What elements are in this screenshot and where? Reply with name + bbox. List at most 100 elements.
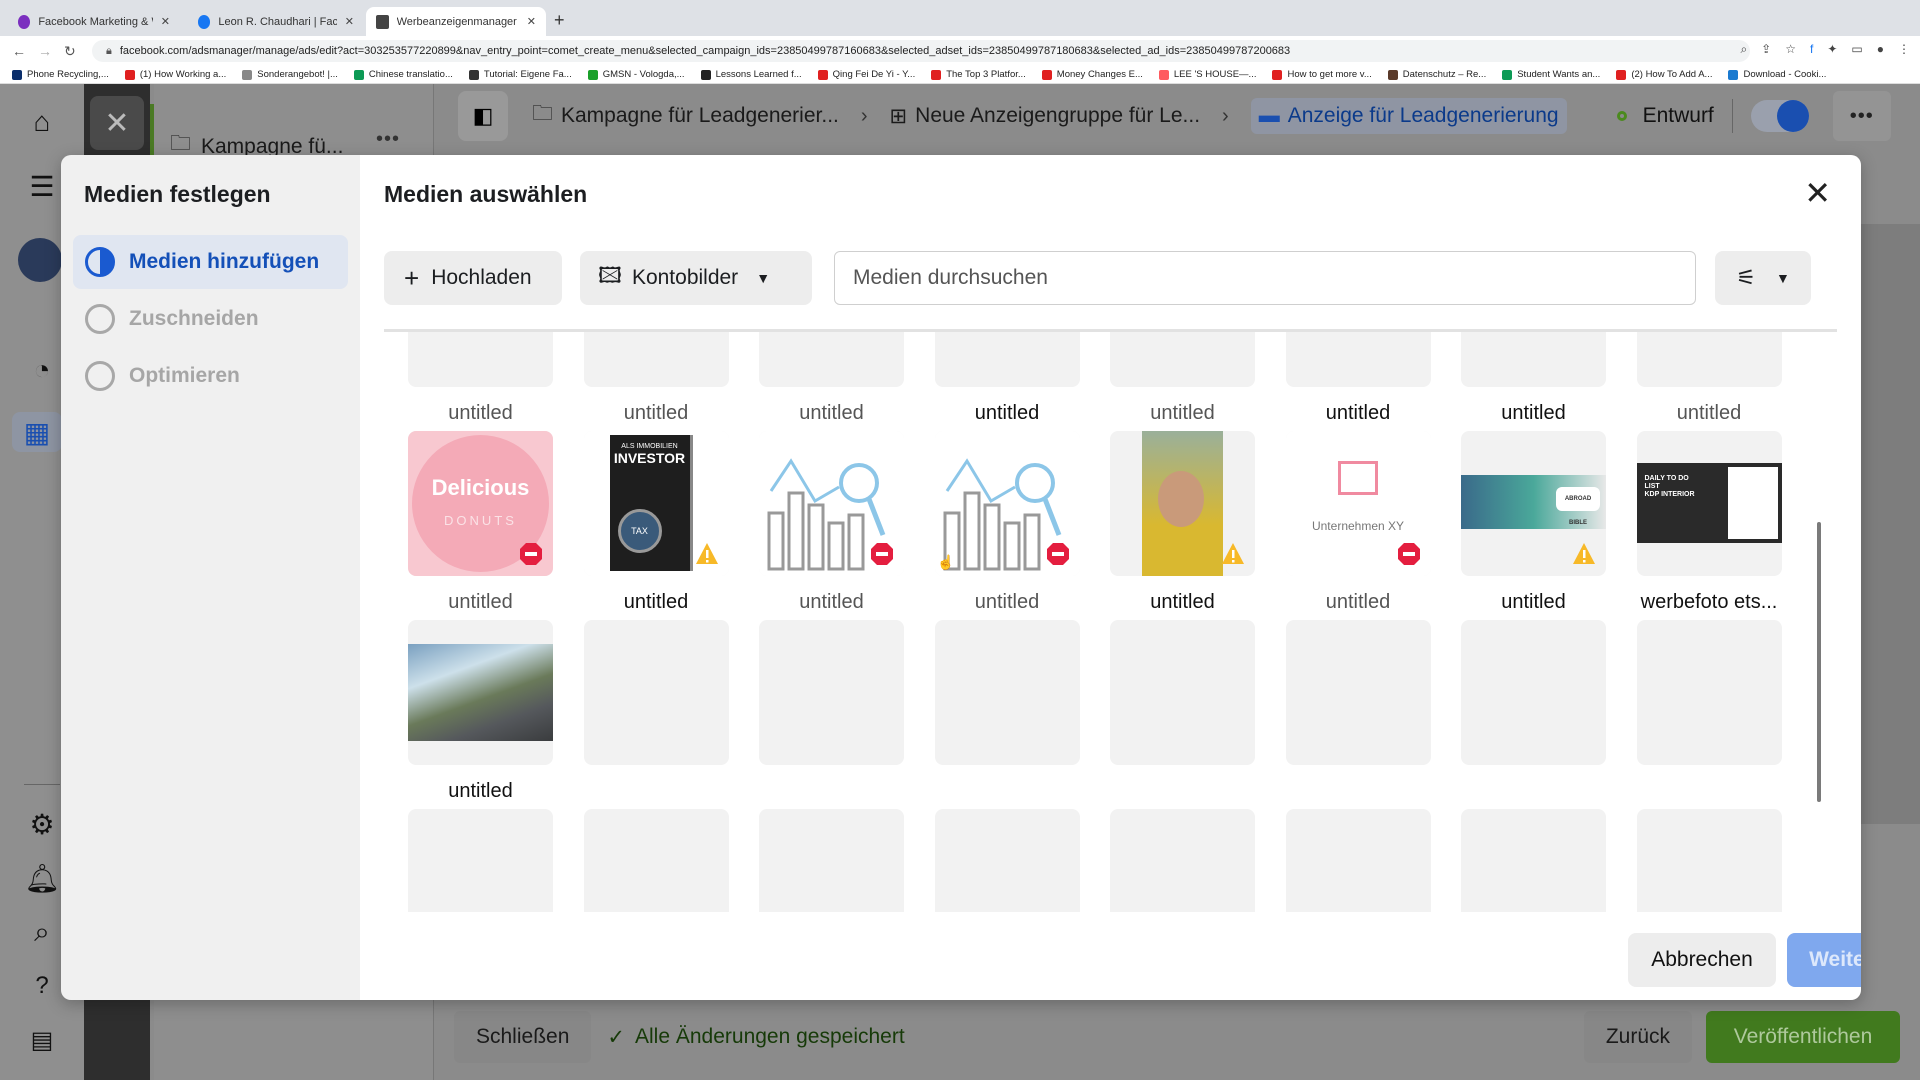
bookmark-item[interactable]: Sonderangebot! |... xyxy=(242,69,338,80)
media-thumbnail[interactable]: ALS IMMOBILIEN INVESTOR TAX xyxy=(583,431,729,576)
ad-active-toggle[interactable] xyxy=(1750,100,1809,132)
browser-tab[interactable]: Leon R. Chaudhari | Facebook ✕ xyxy=(188,7,364,36)
error-stop-icon xyxy=(1397,543,1420,565)
media-thumbnail[interactable] xyxy=(1461,332,1606,387)
browser-menu-icon[interactable]: ⋮ xyxy=(1898,42,1910,57)
close-tab-icon[interactable]: ✕ xyxy=(519,15,536,28)
bookmark-item[interactable]: (2) How To Add A... xyxy=(1616,69,1712,80)
search-icon[interactable]: ⌕ xyxy=(22,912,62,952)
back-icon[interactable]: ← xyxy=(12,43,26,59)
more-options-icon[interactable]: ••• xyxy=(376,128,400,151)
menu-icon[interactable]: ☰ xyxy=(22,166,62,206)
settings-gear-icon[interactable]: ⚙ xyxy=(22,804,62,844)
bookmark-item[interactable]: How to get more v... xyxy=(1272,69,1372,80)
media-thumbnail[interactable] xyxy=(934,431,1080,576)
url-field[interactable]: 🔒︎ facebook.com/adsmanager/manage/ads/edi… xyxy=(92,40,1750,62)
back-button[interactable]: Zurück xyxy=(1583,1011,1692,1063)
media-thumbnail[interactable]: ABROAD BIBLE xyxy=(1461,431,1606,576)
bookmark-label: Sonderangebot! |... xyxy=(257,69,338,80)
step-add-media[interactable]: Medien hinzufügen xyxy=(73,235,348,289)
chevron-right-icon: › xyxy=(1222,104,1229,127)
ads-table-icon[interactable]: ▦ xyxy=(12,412,62,452)
close-button[interactable]: Schließen xyxy=(454,1011,592,1063)
step-circle-icon xyxy=(85,361,115,391)
media-thumbnail[interactable] xyxy=(408,620,553,765)
source-label: Kontobilder xyxy=(631,266,739,289)
bookmark-item[interactable]: Download - Cooki... xyxy=(1728,69,1826,80)
media-name: untitled xyxy=(623,402,689,424)
extensions-icon[interactable]: ✦ xyxy=(1827,42,1837,57)
media-thumbnail[interactable]: DAILY TO DO LIST KDP INTERIOR xyxy=(1636,431,1782,576)
source-dropdown[interactable]: 🖾︎ Kontobilder ▼ xyxy=(580,251,812,305)
extension-facebook-icon[interactable]: f xyxy=(1810,42,1813,57)
guide-book-icon[interactable]: ▤ xyxy=(22,1020,62,1060)
share-icon[interactable]: ⇪ xyxy=(1761,42,1771,57)
filter-dropdown[interactable]: ⚟ ▼ xyxy=(1715,251,1811,305)
breadcrumb-ad[interactable]: ▬ Anzeige für Leadgenerierung xyxy=(1250,98,1567,134)
profile-avatar[interactable] xyxy=(18,238,62,282)
bookmark-item[interactable]: Lessons Learned f... xyxy=(700,69,802,80)
next-button[interactable]: Weiter xyxy=(1787,933,1861,987)
media-thumbnail[interactable]: Unternehmen XY xyxy=(1285,431,1431,576)
reload-icon[interactable]: ↻ xyxy=(64,43,78,60)
media-thumbnail[interactable] xyxy=(759,431,904,576)
media-thumbnail[interactable] xyxy=(759,332,904,387)
toggle-panel-icon[interactable]: ◧ xyxy=(458,91,508,141)
media-thumbnail[interactable] xyxy=(408,332,553,387)
warning-icon xyxy=(695,543,718,564)
bookmark-item[interactable]: (1) How Working a... xyxy=(124,69,226,80)
media-thumbnail[interactable] xyxy=(1110,431,1255,576)
more-options-icon[interactable]: ••• xyxy=(1832,91,1891,141)
bookmark-item[interactable]: Phone Recycling,... xyxy=(12,69,109,80)
browser-tab-active[interactable]: Werbeanzeigenmanager - Wer ✕ xyxy=(366,7,546,36)
notifications-bell-icon[interactable]: 🔔︎ xyxy=(22,858,62,898)
new-tab-button[interactable]: + xyxy=(554,10,565,31)
media-thumbnail[interactable] xyxy=(583,332,729,387)
media-thumbnail[interactable] xyxy=(1285,332,1431,387)
media-thumbnail[interactable] xyxy=(934,332,1080,387)
close-editor-icon[interactable]: ✕ xyxy=(90,96,144,150)
search-placeholder: Medien durchsuchen xyxy=(853,266,1048,289)
breadcrumb-label: Kampagne für Leadgenerier... xyxy=(561,104,839,127)
dashboard-gauge-icon[interactable]: ◔ xyxy=(22,350,62,390)
forward-icon[interactable]: → xyxy=(38,43,52,59)
profile-avatar-icon[interactable]: ● xyxy=(1877,42,1884,57)
bookmark-item[interactable]: Money Changes E... xyxy=(1041,69,1143,80)
tab-title: Werbeanzeigenmanager - Wer xyxy=(396,15,519,28)
publish-button[interactable]: Veröffentlichen xyxy=(1706,1011,1900,1063)
close-tab-icon[interactable]: ✕ xyxy=(337,15,354,28)
cancel-button[interactable]: Abbrechen xyxy=(1628,933,1776,987)
bookmark-item[interactable]: Chinese translatio... xyxy=(353,69,453,80)
bookmark-item[interactable]: LEE 'S HOUSE—... xyxy=(1158,69,1256,80)
upload-button[interactable]: + Hochladen xyxy=(384,251,562,305)
tab-title: Facebook Marketing & Werbea xyxy=(38,15,152,28)
bookmark-item[interactable]: Tutorial: Eigene Fa... xyxy=(468,69,572,80)
star-icon[interactable]: ☆ xyxy=(1785,42,1796,57)
sidebar-icon[interactable]: ▭ xyxy=(1851,42,1862,57)
step-crop[interactable]: Zuschneiden xyxy=(73,292,348,346)
zoom-icon[interactable]: ⌕ xyxy=(1740,42,1747,57)
media-name: werbefoto ets... xyxy=(1640,591,1778,613)
bookmark-item[interactable]: Datenschutz – Re... xyxy=(1387,69,1486,80)
toggle-knob xyxy=(1776,100,1809,132)
close-icon[interactable]: ✕ xyxy=(1804,177,1831,209)
bookmark-item[interactable]: Student Wants an... xyxy=(1502,69,1600,80)
media-name: untitled xyxy=(1325,591,1391,613)
media-name: untitled xyxy=(799,402,864,424)
browser-tab[interactable]: Facebook Marketing & Werbea ✕ xyxy=(8,7,180,36)
bookmark-item[interactable]: GMSN - Vologda,... xyxy=(587,69,685,80)
help-icon[interactable]: ? xyxy=(22,966,62,1006)
media-thumbnail[interactable]: Delicious DONUTS xyxy=(408,431,553,576)
home-icon[interactable]: ⌂ xyxy=(22,102,62,142)
browser-tab-bar: Facebook Marketing & Werbea ✕ Leon R. Ch… xyxy=(0,0,1920,36)
bookmark-item[interactable]: The Top 3 Platfor... xyxy=(931,69,1026,80)
media-thumbnail[interactable] xyxy=(1110,332,1255,387)
breadcrumb-adset[interactable]: ⊞ Neue Anzeigengruppe für Le... › xyxy=(890,104,1251,129)
media-search-input[interactable]: Medien durchsuchen xyxy=(834,251,1696,305)
media-thumbnail[interactable] xyxy=(1636,332,1782,387)
media-grid-scrollbar[interactable] xyxy=(1817,522,1821,802)
breadcrumb-campaign[interactable]: 🗀︎ Kampagne für Leadgenerier... › xyxy=(532,99,890,134)
bookmark-item[interactable]: Qing Fei De Yi - Y... xyxy=(817,69,915,80)
close-tab-icon[interactable]: ✕ xyxy=(153,15,170,28)
step-optimize[interactable]: Optimieren xyxy=(73,349,348,403)
